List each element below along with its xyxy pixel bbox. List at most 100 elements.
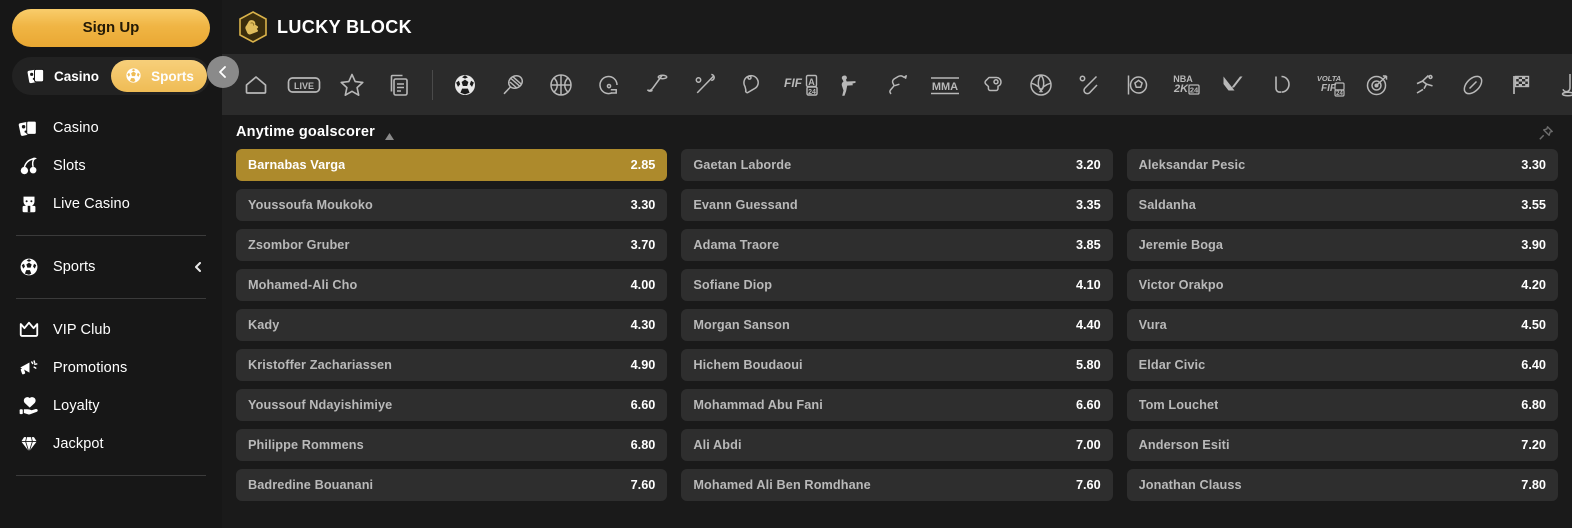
sidebar-item-casino[interactable]: Casino	[12, 109, 210, 147]
sidebar-item-vip-club[interactable]: VIP Club	[12, 311, 210, 349]
selection-button[interactable]: Morgan Sanson 4.40	[681, 309, 1113, 341]
nba-2k24-icon[interactable]: NBA 2K 24	[1161, 61, 1209, 109]
sidebar-item-vip-club-label: VIP Club	[53, 322, 111, 338]
selection-name: Zsombor Gruber	[248, 238, 350, 252]
rugby-icon[interactable]	[1449, 61, 1497, 109]
casino-sports-toggle: Casino Sports	[12, 57, 210, 95]
svg-text:LIVE: LIVE	[294, 81, 314, 91]
volta-fifa-24-icon[interactable]: VOLTA FIF 24	[1305, 61, 1353, 109]
brand-logo[interactable]: LUCKY BLOCK	[238, 11, 412, 43]
crown-icon	[18, 319, 40, 341]
selection-button[interactable]: Youssouf Ndayishimiye 6.60	[236, 389, 668, 421]
selection-button[interactable]: Tom Louchet 6.80	[1126, 389, 1558, 421]
heart-hand-icon	[18, 395, 40, 417]
selection-button[interactable]: Evann Guessand 3.35	[681, 189, 1113, 221]
selection-button[interactable]: Hichem Boudaoui 5.80	[681, 349, 1113, 381]
selection-button[interactable]: Adama Traore 3.85	[681, 229, 1113, 261]
ice-hockey-icon[interactable]	[633, 61, 681, 109]
selection-button[interactable]: Saldanha 3.55	[1126, 189, 1558, 221]
documents-icon[interactable]	[376, 61, 424, 109]
selection-button[interactable]: Zsombor Gruber 3.70	[236, 229, 668, 261]
table-tennis-icon[interactable]	[729, 61, 777, 109]
sports-bar-separator	[432, 69, 433, 100]
selection-button[interactable]: Philippe Rommens 6.80	[236, 429, 668, 461]
pin-icon[interactable]	[1538, 125, 1554, 141]
valorant-icon[interactable]	[1209, 61, 1257, 109]
soccer-icon[interactable]	[441, 61, 489, 109]
selection-button[interactable]: Vura 4.50	[1126, 309, 1558, 341]
selection-button[interactable]: Kristoffer Zachariassen 4.90	[236, 349, 668, 381]
selection-button[interactable]: Badredine Bouanani 7.60	[236, 469, 668, 501]
star-icon[interactable]	[328, 61, 376, 109]
sidebar-item-jackpot[interactable]: Jackpot	[12, 425, 210, 463]
counter-strike-icon[interactable]	[825, 61, 873, 109]
horse-racing-icon[interactable]	[873, 61, 921, 109]
selection-button[interactable]: Jonathan Clauss 7.80	[1126, 469, 1558, 501]
sidebar-collapse-button[interactable]	[207, 56, 239, 88]
diamond-icon	[18, 433, 40, 455]
sidebar-divider-3	[16, 475, 206, 476]
dealer-icon	[18, 193, 40, 215]
selection-button[interactable]: Aleksandar Pesic 3.30	[1126, 149, 1558, 181]
selection-button[interactable]: Sofiane Diop 4.10	[681, 269, 1113, 301]
sidebar-item-live-casino[interactable]: Live Casino	[12, 185, 210, 223]
brand-name: LUCKY BLOCK	[277, 16, 413, 37]
segment-casino-label: Casino	[53, 68, 99, 84]
motorsport-flag-icon[interactable]	[1497, 61, 1545, 109]
svg-text:2K: 2K	[1173, 83, 1189, 95]
selection-button[interactable]: Mohammad Abu Fani 6.60	[681, 389, 1113, 421]
selection-button[interactable]: Ali Abdi 7.00	[681, 429, 1113, 461]
boxing-icon[interactable]	[969, 61, 1017, 109]
selection-odds: 4.90	[630, 358, 656, 372]
caret-up-icon[interactable]	[384, 128, 395, 140]
selection-button[interactable]: Barnabas Varga 2.85	[236, 149, 668, 181]
athletics-icon[interactable]	[1401, 61, 1449, 109]
selection-odds: 2.85	[630, 158, 656, 172]
selection-name: Tom Louchet	[1138, 398, 1219, 412]
selection-button[interactable]: Anderson Esiti 7.20	[1126, 429, 1558, 461]
selection-name: Mohamed-Ali Cho	[248, 278, 358, 292]
mma-icon[interactable]: MMA	[921, 61, 969, 109]
selection-name: Gaetan Laborde	[693, 158, 792, 172]
selection-button[interactable]: Victor Orakpo 4.20	[1126, 269, 1558, 301]
fifa-24-icon[interactable]: FIF A 24	[777, 61, 825, 109]
market-header[interactable]: Anytime goalscorer	[236, 115, 1558, 149]
selection-odds: 7.60	[1075, 478, 1101, 492]
tennis-icon[interactable]	[489, 61, 537, 109]
sidebar-item-loyalty[interactable]: Loyalty	[12, 387, 210, 425]
home-icon[interactable]	[232, 61, 280, 109]
selection-button[interactable]: Mohamed Ali Ben Romdhane 7.60	[681, 469, 1113, 501]
selection-odds: 6.60	[1075, 398, 1101, 412]
selection-button[interactable]: Eldar Civic 6.40	[1126, 349, 1558, 381]
live-icon[interactable]: LIVE	[280, 61, 328, 109]
segment-casino[interactable]: Casino	[15, 60, 111, 92]
sidebar-item-sports[interactable]: Sports	[12, 248, 210, 286]
selection-button[interactable]: Mohamed-Ali Cho 4.00	[236, 269, 668, 301]
selection-name: Anderson Esiti	[1138, 438, 1230, 452]
selection-odds: 6.40	[1521, 358, 1546, 372]
volleyball-icon[interactable]	[1017, 61, 1065, 109]
sidebar-nav-sports: Sports	[12, 248, 210, 286]
svg-text:A: A	[808, 77, 815, 87]
sign-up-button[interactable]: Sign Up	[12, 9, 210, 47]
selection-button[interactable]: Kady 4.30	[236, 309, 668, 341]
svg-text:24: 24	[808, 89, 816, 96]
selection-button[interactable]: Jeremie Boga 3.90	[1126, 229, 1558, 261]
sidebar-item-promotions[interactable]: Promotions	[12, 349, 210, 387]
segment-sports[interactable]: Sports	[111, 60, 207, 92]
ball-icon	[124, 66, 144, 86]
american-football-helmet-icon[interactable]	[585, 61, 633, 109]
selection-button[interactable]: Youssoufa Moukoko 3.30	[236, 189, 668, 221]
basketball-icon[interactable]	[537, 61, 585, 109]
darts-icon[interactable]	[1353, 61, 1401, 109]
golf-icon[interactable]	[1545, 61, 1572, 109]
svg-text:MMA: MMA	[932, 81, 958, 93]
selection-name: Aleksandar Pesic	[1138, 158, 1246, 172]
selection-odds: 7.60	[630, 478, 656, 492]
league-of-legends-icon[interactable]	[1257, 61, 1305, 109]
selection-button[interactable]: Gaetan Laborde 3.20	[681, 149, 1113, 181]
baseball-icon[interactable]	[681, 61, 729, 109]
cricket-icon[interactable]	[1065, 61, 1113, 109]
sidebar-item-slots[interactable]: Slots	[12, 147, 210, 185]
rocket-league-icon[interactable]	[1113, 61, 1161, 109]
